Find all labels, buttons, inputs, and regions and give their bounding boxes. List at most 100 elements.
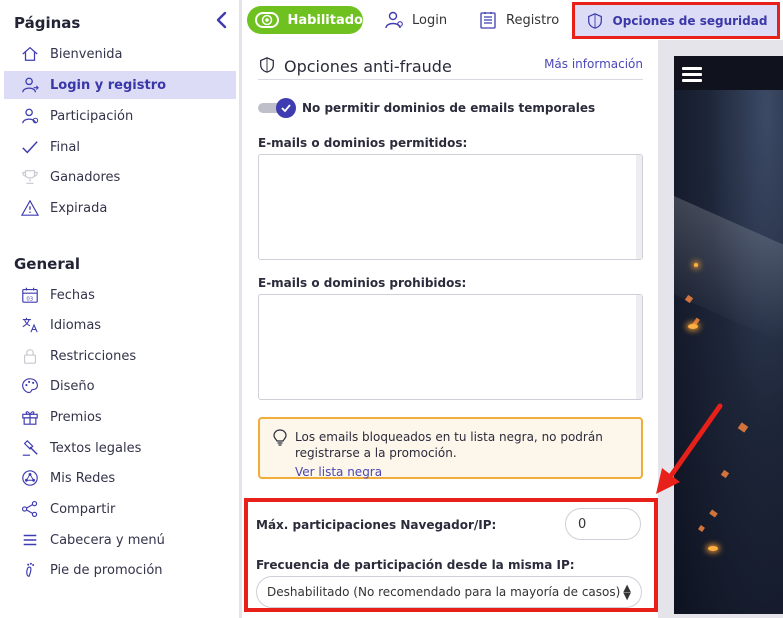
sidebar-item-label: Textos legales bbox=[50, 440, 142, 456]
shield-icon bbox=[585, 11, 605, 31]
more-info-link[interactable]: Más información bbox=[544, 57, 643, 71]
user-participation-icon bbox=[20, 106, 40, 126]
sidebar-item-restricciones[interactable]: Restricciones bbox=[4, 342, 236, 370]
lightbulb-icon bbox=[273, 429, 287, 446]
chevron-left-icon bbox=[216, 11, 227, 29]
sidebar-item-label: Bienvenida bbox=[50, 46, 123, 62]
form-icon bbox=[478, 10, 498, 30]
gift-icon bbox=[20, 407, 40, 427]
lock-icon bbox=[20, 346, 40, 366]
sidebar-item-label: Premios bbox=[50, 409, 102, 425]
max-ip-input[interactable] bbox=[565, 508, 641, 540]
share-icon bbox=[20, 499, 40, 519]
footer-icon bbox=[20, 560, 40, 580]
collapse-sidebar-button[interactable] bbox=[212, 10, 230, 30]
user-login-icon bbox=[384, 10, 404, 30]
palette-icon bbox=[20, 376, 40, 396]
sidebar-item-label: Idiomas bbox=[50, 317, 102, 333]
warning-icon bbox=[20, 198, 40, 218]
sidebar-item-label: Login y registro bbox=[50, 77, 167, 93]
enabled-toggle-button[interactable]: Habilitado bbox=[247, 6, 363, 34]
notice-text: Los emails bloqueados en tu lista negra,… bbox=[295, 430, 603, 460]
sidebar-item-label: Mis Redes bbox=[50, 470, 116, 486]
temp-email-toggle-label: No permitir dominios de emails temporale… bbox=[302, 101, 596, 115]
toggle-on-icon bbox=[255, 12, 280, 28]
sidebar-item-label: Diseño bbox=[50, 378, 95, 394]
sidebar-item-label: Ganadores bbox=[50, 169, 121, 185]
sidebar-item-fechas[interactable]: 03 Fechas bbox=[4, 281, 236, 309]
antifraud-title: Opciones anti-fraude bbox=[284, 57, 452, 76]
blocked-emails-textarea[interactable] bbox=[258, 294, 643, 400]
sidebar-item-label: Cabecera y menú bbox=[50, 532, 165, 548]
hamburger-menu-icon[interactable] bbox=[682, 67, 702, 82]
allowed-emails-label: E-mails o dominios permitidos: bbox=[258, 136, 468, 150]
ip-frequency-label: Frecuencia de participación desde la mis… bbox=[256, 558, 575, 572]
sidebar-item-final[interactable]: Final bbox=[4, 133, 236, 161]
blocked-emails-scrollbar[interactable] bbox=[636, 295, 642, 399]
sidebar-item-participacion[interactable]: Participación bbox=[4, 102, 236, 130]
sidebar-item-textos-legales[interactable]: Textos legales bbox=[4, 434, 236, 462]
tab-opciones-seguridad[interactable]: Opciones de seguridad bbox=[572, 2, 780, 39]
menu-icon bbox=[20, 530, 40, 550]
sidebar-item-label: Pie de promoción bbox=[50, 562, 163, 578]
sidebar: Páginas Bienvenida Login y registro Part… bbox=[0, 0, 240, 618]
select-caret-icon: ▲ ▼ bbox=[623, 583, 631, 602]
home-icon bbox=[20, 44, 40, 64]
top-tab-bar: Habilitado Login Registro Opciones de se… bbox=[242, 0, 783, 40]
mobile-preview bbox=[674, 56, 783, 614]
sidebar-item-label: Final bbox=[50, 139, 80, 155]
tab-security-label: Opciones de seguridad bbox=[612, 13, 768, 28]
blocked-emails-label: E-mails o dominios prohibidos: bbox=[258, 276, 467, 290]
light-spark bbox=[688, 324, 698, 329]
check-icon bbox=[20, 137, 40, 157]
ip-frequency-select[interactable]: Deshabilitado (No recomendado para la ma… bbox=[256, 576, 642, 608]
sidebar-item-label: Restricciones bbox=[50, 348, 137, 364]
sidebar-item-ganadores[interactable]: Ganadores bbox=[4, 163, 236, 191]
sidebar-item-compartir[interactable]: Compartir bbox=[4, 495, 236, 523]
confetti-piece bbox=[737, 422, 749, 433]
sidebar-item-pie-promocion[interactable]: Pie de promoción bbox=[4, 556, 236, 584]
view-blacklist-link[interactable]: Ver lista negra bbox=[295, 465, 382, 479]
sidebar-item-label: Expirada bbox=[50, 200, 108, 216]
temp-email-toggle-row: No permitir dominios de emails temporale… bbox=[258, 98, 595, 118]
sidebar-item-expirada[interactable]: Expirada bbox=[4, 194, 236, 222]
svg-text:03: 03 bbox=[26, 296, 33, 302]
sidebar-item-label: Compartir bbox=[50, 501, 116, 517]
sidebar-item-cabecera-menu[interactable]: Cabecera y menú bbox=[4, 526, 236, 554]
check-icon bbox=[276, 98, 296, 118]
temp-email-toggle[interactable] bbox=[258, 98, 296, 118]
light-spark bbox=[708, 546, 718, 551]
general-section-title: General bbox=[14, 255, 80, 273]
calendar-icon: 03 bbox=[20, 285, 40, 305]
confetti-piece bbox=[720, 469, 730, 479]
light-spark bbox=[694, 263, 698, 267]
ip-frequency-value: Deshabilitado (No recomendado para la ma… bbox=[267, 585, 621, 599]
sidebar-item-diseno[interactable]: Diseño bbox=[4, 372, 236, 400]
sidebar-item-idiomas[interactable]: Idiomas bbox=[4, 311, 236, 339]
trophy-icon bbox=[20, 167, 40, 187]
allowed-emails-scrollbar[interactable] bbox=[636, 155, 642, 259]
spotlight-beam bbox=[674, 196, 783, 344]
user-login-icon bbox=[20, 75, 40, 95]
confetti-piece bbox=[698, 525, 705, 532]
sidebar-item-premios[interactable]: Premios bbox=[4, 403, 236, 431]
antifraud-header: Opciones anti-fraude Más información bbox=[258, 54, 643, 80]
max-ip-label: Máx. participaciones Navegador/IP: bbox=[256, 518, 497, 532]
translate-icon bbox=[20, 315, 40, 335]
shield-icon bbox=[258, 56, 276, 78]
allowed-emails-textarea[interactable] bbox=[258, 154, 643, 260]
confetti-piece bbox=[709, 509, 718, 518]
tab-login[interactable]: Login bbox=[384, 6, 447, 34]
network-icon bbox=[20, 468, 40, 488]
tab-registro[interactable]: Registro bbox=[478, 6, 559, 34]
tab-registro-label: Registro bbox=[506, 12, 560, 28]
gavel-icon bbox=[20, 438, 40, 458]
enabled-label: Habilitado bbox=[287, 12, 363, 28]
pages-section-title: Páginas bbox=[14, 14, 81, 32]
preview-header bbox=[674, 56, 783, 90]
sidebar-item-bienvenida[interactable]: Bienvenida bbox=[4, 40, 236, 68]
sidebar-item-mis-redes[interactable]: Mis Redes bbox=[4, 464, 236, 492]
tab-login-label: Login bbox=[412, 12, 448, 28]
blacklist-notice: Los emails bloqueados en tu lista negra,… bbox=[258, 417, 643, 479]
sidebar-item-login-registro[interactable]: Login y registro bbox=[4, 71, 236, 99]
